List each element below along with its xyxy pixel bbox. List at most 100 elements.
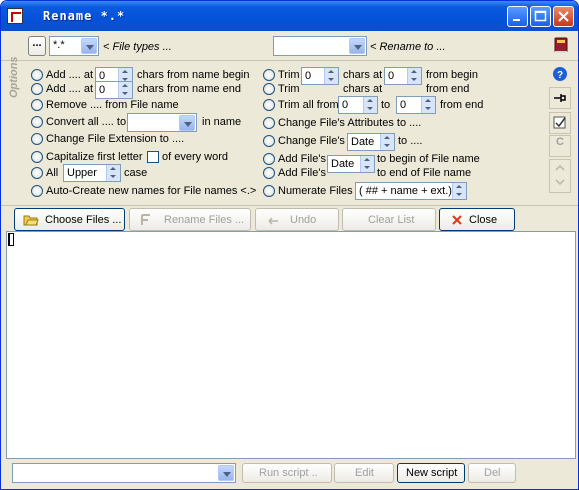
radio-convert[interactable] (31, 116, 43, 128)
radio-change-ext[interactable] (31, 133, 43, 145)
browse-button[interactable]: ... (28, 36, 46, 56)
convert-combo[interactable] (127, 113, 197, 132)
remove-label: Remove .... from File name (46, 99, 179, 111)
radio-numerate[interactable] (263, 185, 275, 197)
numerate-format-value: ( ## + name + ext.) (359, 185, 452, 197)
file-type-bar: ... *.* < File types ... < Rename to ... (1, 31, 578, 61)
radio-auto-create[interactable] (31, 185, 43, 197)
add-date-spinner[interactable]: Date (327, 155, 375, 173)
run-script-button[interactable]: Run script .. (242, 463, 332, 483)
change-ext-label: Change File Extension to .... (46, 133, 185, 145)
radio-add-date-end[interactable] (263, 167, 275, 179)
undo-button[interactable]: Undo (255, 208, 339, 231)
chevron-down-icon[interactable] (349, 38, 365, 54)
clear-list-label: Clear List (368, 214, 415, 226)
change-date-spinner[interactable]: Date (347, 133, 395, 151)
close-label: Close (469, 214, 498, 226)
c-button[interactable]: C (549, 135, 571, 157)
spinner-arrows-icon[interactable] (360, 156, 374, 172)
file-list[interactable] (6, 231, 576, 459)
trim-all-prefix: Trim all from (278, 99, 339, 111)
pin-button[interactable] (549, 87, 571, 109)
spinner-arrows-icon[interactable] (118, 82, 132, 98)
all-case-suffix: case (124, 167, 148, 179)
trim-end-mid: chars at (343, 83, 383, 95)
change-date-value: Date (351, 136, 375, 148)
script-bar: Run script .. Edit New script Del (1, 461, 578, 489)
delete-script-button[interactable]: Del (468, 463, 516, 483)
trim-end-suffix: from end (426, 83, 470, 95)
radio-capitalize[interactable] (31, 151, 43, 163)
radio-trim-begin[interactable] (263, 69, 275, 81)
close-button[interactable]: Close (439, 208, 515, 231)
script-combo[interactable] (12, 463, 236, 483)
attributes-label: Change File's Attributes to .... (278, 117, 422, 129)
rename-files-button[interactable]: Rename Files ... (129, 208, 251, 231)
every-word-checkbox[interactable] (147, 151, 159, 163)
minimize-button[interactable] (507, 6, 528, 27)
change-date-suffix: to .... (398, 135, 423, 147)
trim-begin-count[interactable]: 0 (301, 67, 339, 85)
case-value: Upper (67, 167, 97, 179)
rename-window: Rename *.* ... *.* < File types ... < Re… (0, 0, 579, 490)
numerate-format-spinner[interactable]: ( ## + name + ext.) (355, 182, 467, 200)
trim-all-from[interactable]: 0 (338, 96, 378, 114)
trim-all-to[interactable]: 0 (396, 96, 436, 114)
book-icon[interactable] (553, 37, 569, 54)
maximize-button[interactable] (530, 6, 551, 27)
trim-begin-prefix: Trim (278, 69, 300, 81)
radio-all-case[interactable] (31, 167, 43, 179)
delete-script-label: Del (484, 467, 501, 479)
rename-files-label: Rename Files ... (164, 214, 245, 226)
rename-to-combo[interactable] (273, 36, 367, 56)
help-button[interactable]: ? (549, 63, 571, 85)
close-window-button[interactable] (553, 6, 574, 27)
radio-change-date[interactable] (263, 135, 275, 147)
list-cursor (8, 233, 14, 246)
add-begin-prefix: Add .... at (46, 69, 94, 81)
radio-trim-end[interactable] (263, 83, 275, 95)
edit-label: Edit (355, 467, 374, 479)
trim-begin-pos[interactable]: 0 (384, 67, 422, 85)
auto-create-label: Auto-Create new names for File names <.> (46, 185, 257, 197)
spinner-arrows-icon[interactable] (363, 97, 377, 113)
chevron-down-icon[interactable] (81, 38, 97, 54)
chevron-down-icon[interactable] (218, 465, 234, 481)
spinner-arrows-icon[interactable] (407, 68, 421, 84)
options-panel: Add .... at 0 chars from name begin Add … (7, 63, 539, 205)
file-types-label: < File types ... (103, 41, 172, 53)
clear-list-button[interactable]: Clear List (342, 208, 436, 231)
chevron-down-icon[interactable] (179, 115, 195, 131)
spinner-arrows-icon[interactable] (380, 134, 394, 150)
rename-to-label: < Rename to ... (370, 41, 446, 53)
file-types-combo[interactable]: *.* (49, 36, 99, 56)
spinner-arrows-icon[interactable] (324, 68, 338, 84)
radio-trim-all[interactable] (263, 99, 275, 111)
add-date-begin-suffix: to begin of File name (377, 153, 480, 165)
updown-chevrons-icon (555, 164, 565, 186)
radio-add-begin[interactable] (31, 69, 43, 81)
radio-attributes[interactable] (263, 117, 275, 129)
trim-begin-count-value: 0 (305, 70, 312, 82)
maximize-icon (534, 10, 547, 22)
new-script-button[interactable]: New script (397, 463, 465, 483)
spinner-arrows-icon[interactable] (452, 183, 466, 199)
case-spinner[interactable]: Upper (63, 164, 121, 182)
spinner-arrows-icon[interactable] (421, 97, 435, 113)
add-end-suffix: chars from name end (137, 83, 241, 95)
check-button[interactable] (549, 112, 571, 134)
trim-all-mid: to (381, 99, 391, 111)
edit-button[interactable]: Edit (334, 463, 394, 483)
spinner-arrows-icon[interactable] (106, 165, 120, 181)
radio-add-date-begin[interactable] (263, 153, 275, 165)
add-end-spinner[interactable]: 0 (95, 81, 133, 99)
add-date-end-prefix: Add File's (278, 167, 326, 179)
radio-add-end[interactable] (31, 83, 43, 95)
radio-remove[interactable] (31, 99, 43, 111)
choose-files-button[interactable]: Choose Files ... (14, 208, 125, 231)
minimize-icon (513, 19, 520, 21)
file-types-value: *.* (53, 39, 65, 51)
app-icon (7, 8, 23, 24)
scroll-buttons[interactable] (549, 159, 571, 193)
choose-files-label: Choose Files ... (45, 214, 122, 226)
